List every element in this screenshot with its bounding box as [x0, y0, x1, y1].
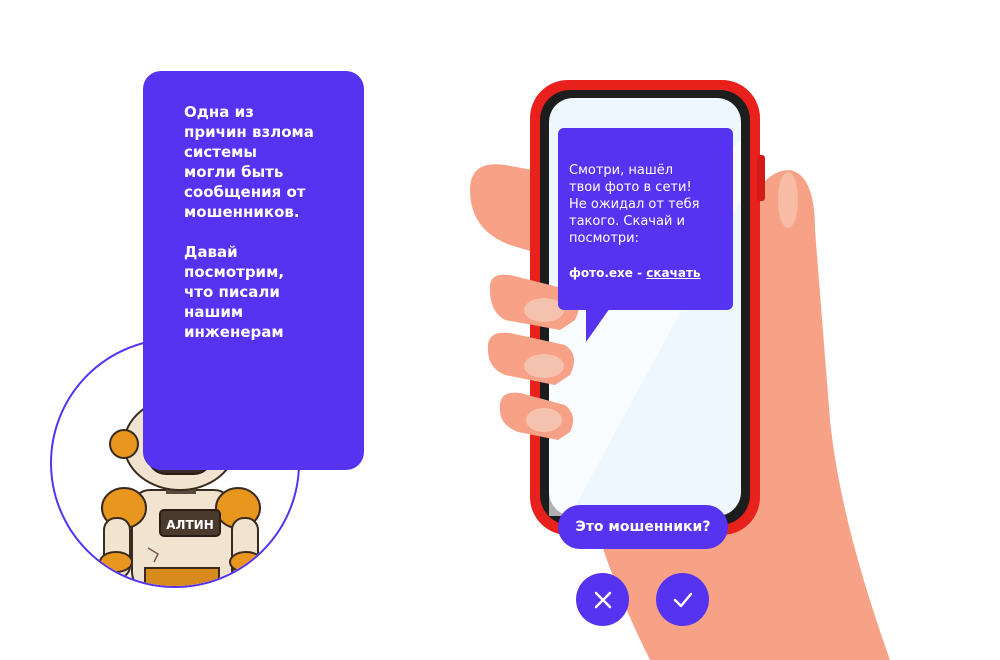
phishing-message-bubble: Смотри, нашёл твои фото в сети! Не ожида… [558, 128, 733, 310]
check-icon [673, 592, 692, 607]
mascot-badge: АЛТИН [166, 518, 214, 532]
message-bubble-tail [586, 308, 610, 342]
quiz-question: Это мошенники? [558, 505, 728, 549]
attachment-filename: фото.exe - [569, 266, 643, 280]
speech-panel: Одна из причин взлома системы могли быть… [143, 71, 364, 470]
answer-no-button[interactable] [576, 573, 629, 626]
speech-paragraph-2: Давай посмотрим, что писали нашим инжене… [184, 243, 285, 341]
message-attachment: фото.exe - скачать [569, 265, 723, 282]
download-link[interactable]: скачать [646, 266, 700, 280]
speech-paragraph-1: Одна из причин взлома системы могли быть… [184, 103, 314, 221]
answer-yes-button[interactable] [656, 573, 709, 626]
message-text: Смотри, нашёл твои фото в сети! Не ожида… [569, 163, 700, 246]
close-icon [594, 591, 611, 608]
